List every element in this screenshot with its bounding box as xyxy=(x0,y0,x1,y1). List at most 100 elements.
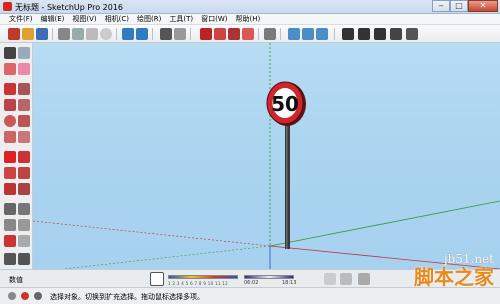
menu-help[interactable]: 帮助(H) xyxy=(231,14,264,24)
print-icon[interactable] xyxy=(160,28,172,40)
group-icon[interactable] xyxy=(214,28,226,40)
select-icon[interactable] xyxy=(4,47,16,59)
time-end-label: 18:13 xyxy=(282,280,297,286)
axes-icon[interactable] xyxy=(4,235,16,247)
toolbar-separator xyxy=(152,28,153,40)
copy-icon[interactable] xyxy=(72,28,84,40)
toolbar-separator xyxy=(52,28,53,40)
watermark-domain: jb51.net xyxy=(443,252,494,266)
menu-camera[interactable]: 相机(C) xyxy=(101,14,133,24)
cut-icon[interactable] xyxy=(58,28,70,40)
green-axis-dashed xyxy=(62,245,271,269)
menu-bar: 文件(F) 编辑(E) 视图(V) 相机(C) 绘图(R) 工具(T) 窗口(W… xyxy=(0,14,500,25)
undo-icon[interactable] xyxy=(122,28,134,40)
sketchup-app-icon[interactable] xyxy=(3,2,12,11)
orbit-icon[interactable] xyxy=(4,253,16,265)
title-bar: 无标题 - SketchUp Pro 2016 ‒ □ ✕ xyxy=(0,0,500,14)
date-slider[interactable] xyxy=(168,275,238,279)
3d-text-icon[interactable] xyxy=(18,235,30,247)
erase-icon[interactable] xyxy=(100,28,112,40)
toolbar-separator xyxy=(190,28,191,40)
close-icon[interactable]: ✕ xyxy=(468,0,498,12)
time-slider[interactable] xyxy=(244,275,294,279)
section-plane-icon[interactable] xyxy=(340,273,352,285)
views-iso-icon[interactable] xyxy=(288,28,300,40)
make-component-icon[interactable] xyxy=(18,47,30,59)
redo-icon[interactable] xyxy=(136,28,148,40)
watermark-site-name: 脚本之家 xyxy=(414,265,494,289)
pencil-icon[interactable] xyxy=(4,83,16,95)
pan-icon[interactable] xyxy=(18,253,30,265)
left-tool-palette xyxy=(0,43,33,269)
follow-me-icon[interactable] xyxy=(18,167,30,179)
drawing-viewport[interactable]: 50 xyxy=(33,43,500,269)
eraser-icon[interactable] xyxy=(18,63,30,75)
window-title: 无标题 - SketchUp Pro 2016 xyxy=(15,3,123,12)
toolbar-separator xyxy=(280,28,281,40)
upload-icon[interactable] xyxy=(228,28,240,40)
date-slider-ticks: 1 2 3 4 5 6 7 8 9 10 11 12 xyxy=(168,281,228,286)
paste-icon[interactable] xyxy=(86,28,98,40)
credits-icon[interactable] xyxy=(21,292,29,300)
move-icon[interactable] xyxy=(4,151,16,163)
status-bar: 选择对象。切换到扩充选择。拖动鼠标选择多项。 xyxy=(0,287,500,304)
geo-location-icon[interactable] xyxy=(8,292,16,300)
watermark: jb51.net 脚本之家 xyxy=(414,252,494,288)
menu-file[interactable]: 文件(F) xyxy=(5,14,37,24)
red-axis-dashed xyxy=(33,220,271,247)
menu-window[interactable]: 窗口(W) xyxy=(197,14,231,24)
window-controls: ‒ □ ✕ xyxy=(432,0,498,13)
paint-bucket-icon[interactable] xyxy=(4,63,16,75)
protractor-icon[interactable] xyxy=(4,219,16,231)
menu-view[interactable]: 视图(V) xyxy=(68,14,100,24)
sign-pole-highlight xyxy=(286,125,288,249)
toolbar-separator xyxy=(258,28,259,40)
arc-icon[interactable] xyxy=(4,131,16,143)
component-icon[interactable] xyxy=(200,28,212,40)
measurements-label: 数值 xyxy=(9,276,23,284)
rotate-icon[interactable] xyxy=(4,167,16,179)
views-right-icon[interactable] xyxy=(342,28,354,40)
save-icon[interactable] xyxy=(36,28,48,40)
rotated-rectangle-icon[interactable] xyxy=(18,99,30,111)
text-icon[interactable] xyxy=(18,219,30,231)
menu-tools[interactable]: 工具(T) xyxy=(165,14,197,24)
green-axis-line xyxy=(269,200,500,247)
sign-speed-limit-text: 50 xyxy=(271,92,299,116)
house-icon[interactable] xyxy=(390,28,402,40)
new-icon[interactable] xyxy=(8,28,20,40)
model-info-icon[interactable] xyxy=(174,28,186,40)
fog-icon[interactable] xyxy=(324,273,336,285)
views-top-icon[interactable] xyxy=(302,28,314,40)
shadow-settings-icon[interactable] xyxy=(150,272,164,286)
share-icon[interactable] xyxy=(264,28,276,40)
tape-measure-icon[interactable] xyxy=(4,203,16,215)
main-toolbar xyxy=(0,25,500,43)
views-front-icon[interactable] xyxy=(316,28,328,40)
toolbar-separator xyxy=(116,28,117,40)
menu-edit[interactable]: 编辑(E) xyxy=(37,14,69,24)
dimension-icon[interactable] xyxy=(18,203,30,215)
minimize-icon[interactable]: ‒ xyxy=(432,0,450,12)
open-icon[interactable] xyxy=(22,28,34,40)
toolbar-separator xyxy=(334,28,335,40)
views-left-icon[interactable] xyxy=(374,28,386,40)
download-icon[interactable] xyxy=(242,28,254,40)
status-text: 选择对象。切换到扩充选择。拖动鼠标选择多项。 xyxy=(50,293,204,301)
polygon-icon[interactable] xyxy=(18,115,30,127)
offset-icon[interactable] xyxy=(18,183,30,195)
scene-canvas: 50 xyxy=(33,43,500,269)
freehand-icon[interactable] xyxy=(18,83,30,95)
maximize-icon[interactable]: □ xyxy=(450,0,468,12)
push-pull-icon[interactable] xyxy=(18,151,30,163)
pie-icon[interactable] xyxy=(18,131,30,143)
menu-draw[interactable]: 绘图(R) xyxy=(133,14,165,24)
views-back-icon[interactable] xyxy=(358,28,370,40)
user-icon[interactable] xyxy=(34,292,42,300)
house-side-icon[interactable] xyxy=(406,28,418,40)
style-icon[interactable] xyxy=(358,273,370,285)
scale-icon[interactable] xyxy=(4,183,16,195)
time-start-label: 06:02 xyxy=(244,280,259,286)
rectangle-icon[interactable] xyxy=(4,99,16,111)
circle-icon[interactable] xyxy=(4,115,16,127)
